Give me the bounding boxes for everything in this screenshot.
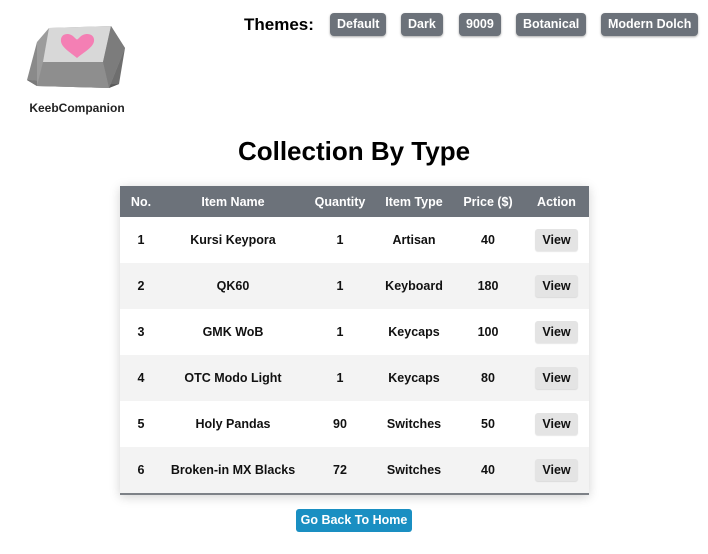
cell-item-type: Keycaps bbox=[388, 325, 440, 339]
page-title: Collection By Type bbox=[237, 136, 471, 166]
theme-9009-button[interactable]: 9009 bbox=[459, 13, 501, 36]
keycap-heart-icon bbox=[27, 26, 125, 88]
column-header-quantity: Quantity bbox=[314, 194, 366, 209]
cell-price: 40 bbox=[481, 463, 495, 477]
collection-table: No. Item Name Quantity Item Type Price (… bbox=[120, 186, 589, 495]
cell-item-type: Switches bbox=[386, 417, 442, 431]
theme-modern-dolch-button[interactable]: Modern Dolch bbox=[601, 13, 699, 36]
cell-price: 100 bbox=[477, 325, 499, 339]
cell-action: View bbox=[524, 401, 589, 447]
table-row: 3 GMK WoB 1 Keycaps 100 View bbox=[120, 309, 589, 355]
cell-quantity: 90 bbox=[333, 417, 347, 431]
view-button[interactable]: View bbox=[535, 275, 578, 297]
cell-price: 40 bbox=[481, 233, 495, 247]
cell-no: 2 bbox=[137, 279, 145, 293]
theme-botanical-button[interactable]: Botanical bbox=[516, 13, 587, 36]
cell-item-name: QK60 bbox=[216, 279, 250, 293]
column-header-item-type: Item Type bbox=[385, 194, 443, 209]
cell-item-type: Artisan bbox=[392, 233, 436, 247]
view-button[interactable]: View bbox=[535, 413, 578, 435]
column-header-no: No. bbox=[130, 194, 152, 209]
table-row: 6 Broken-in MX Blacks 72 Switches 40 Vie… bbox=[120, 447, 589, 493]
cell-no: 1 bbox=[137, 233, 145, 247]
cell-item-type: Switches bbox=[386, 463, 442, 477]
cell-no: 4 bbox=[137, 371, 145, 385]
table-header-row: No. Item Name Quantity Item Type Price (… bbox=[120, 186, 589, 217]
table-row: 5 Holy Pandas 90 Switches 50 View bbox=[120, 401, 589, 447]
cell-action: View bbox=[524, 309, 589, 355]
cell-price: 50 bbox=[481, 417, 495, 431]
cell-action: View bbox=[524, 447, 589, 493]
column-header-action: Action bbox=[537, 194, 576, 209]
cell-no: 6 bbox=[137, 463, 145, 477]
view-button[interactable]: View bbox=[535, 459, 578, 481]
theme-dark-button[interactable]: Dark bbox=[401, 13, 443, 36]
theme-default-button[interactable]: Default bbox=[330, 13, 387, 36]
table-row: 2 QK60 1 Keyboard 180 View bbox=[120, 263, 589, 309]
cell-item-type: Keyboard bbox=[385, 279, 443, 293]
cell-price: 80 bbox=[481, 371, 495, 385]
cell-item-name: OTC Modo Light bbox=[184, 371, 282, 385]
column-header-price: Price ($) bbox=[463, 194, 513, 209]
cell-item-type: Keycaps bbox=[388, 371, 440, 385]
cell-quantity: 1 bbox=[336, 325, 344, 339]
logo[interactable]: KeebCompanion bbox=[24, 18, 130, 118]
cell-quantity: 1 bbox=[336, 279, 344, 293]
view-button[interactable]: View bbox=[535, 367, 578, 389]
cell-action: View bbox=[524, 217, 589, 263]
cell-item-name: Broken-in MX Blacks bbox=[170, 463, 296, 477]
column-header-item-name: Item Name bbox=[201, 194, 265, 209]
cell-item-name: Holy Pandas bbox=[195, 417, 271, 431]
page: KeebCompanion Themes: Default Dark 9009 … bbox=[0, 0, 708, 554]
cell-action: View bbox=[524, 355, 589, 401]
table-row: 1 Kursi Keypora 1 Artisan 40 View bbox=[120, 217, 589, 263]
logo-text: KeebCompanion bbox=[29, 101, 125, 115]
view-button[interactable]: View bbox=[535, 321, 578, 343]
cell-price: 180 bbox=[477, 279, 499, 293]
go-back-home-button[interactable]: Go Back To Home bbox=[296, 509, 412, 532]
cell-no: 3 bbox=[137, 325, 145, 339]
table-row: 4 OTC Modo Light 1 Keycaps 80 View bbox=[120, 355, 589, 401]
view-button[interactable]: View bbox=[535, 229, 578, 251]
cell-item-name: GMK WoB bbox=[202, 325, 264, 339]
themes-label: Themes: bbox=[244, 15, 314, 34]
cell-quantity: 72 bbox=[333, 463, 347, 477]
cell-action: View bbox=[524, 263, 589, 309]
cell-quantity: 1 bbox=[336, 233, 344, 247]
cell-quantity: 1 bbox=[336, 371, 344, 385]
cell-no: 5 bbox=[137, 417, 145, 431]
cell-item-name: Kursi Keypora bbox=[190, 233, 276, 247]
